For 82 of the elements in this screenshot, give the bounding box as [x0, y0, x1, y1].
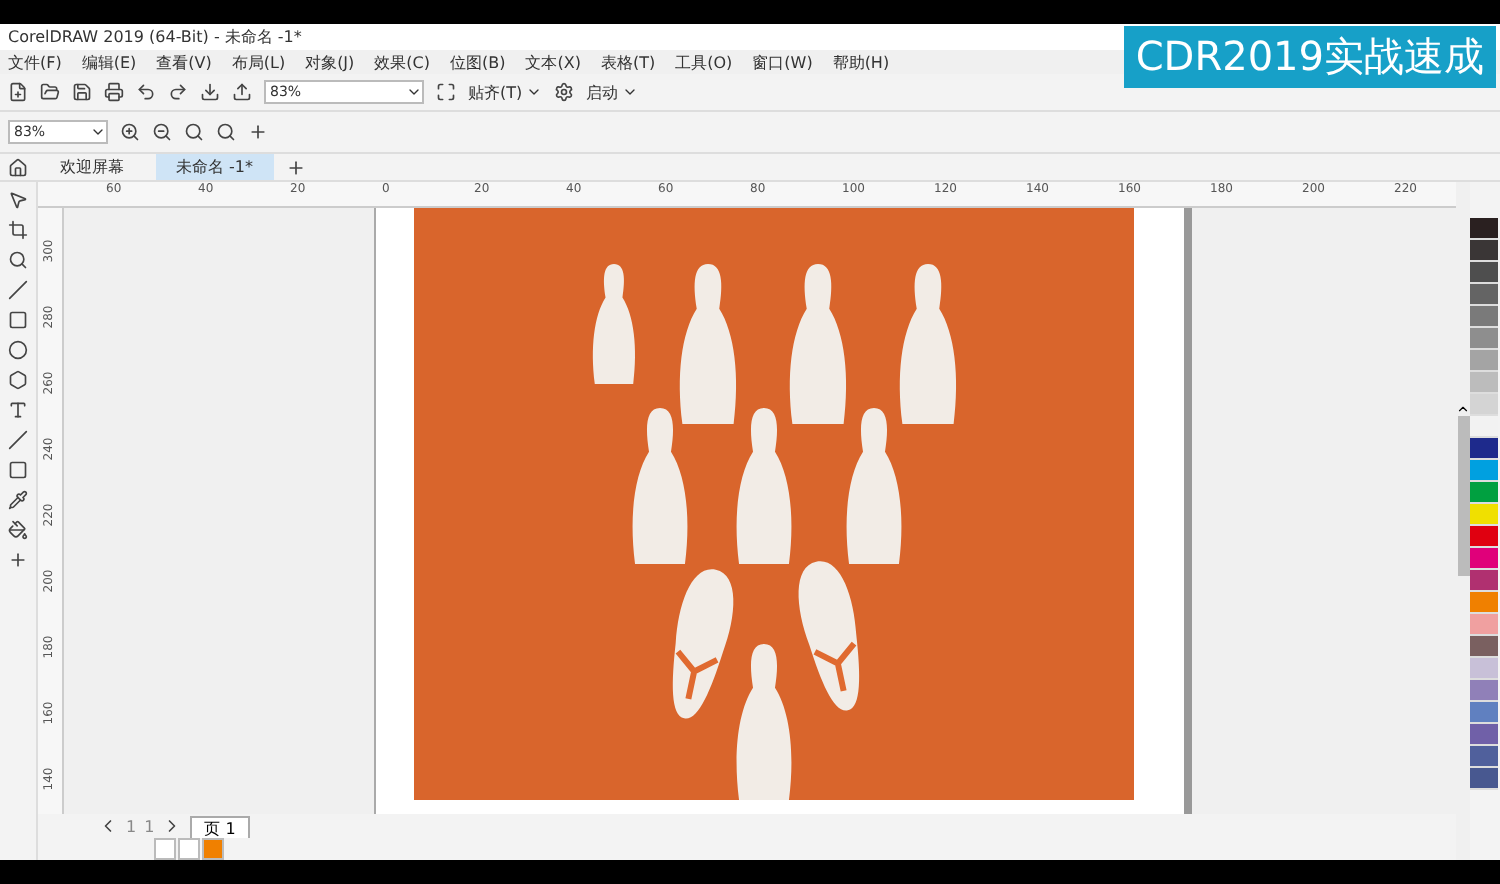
color-swatch[interactable] — [1470, 372, 1498, 394]
scrollbar-thumb[interactable] — [1457, 416, 1469, 576]
color-swatch[interactable] — [1470, 306, 1498, 328]
color-swatch[interactable] — [1470, 482, 1498, 504]
line-tool-icon[interactable] — [8, 280, 28, 300]
redo-icon[interactable] — [168, 82, 188, 102]
color-swatch[interactable] — [1470, 702, 1498, 724]
no-fill-swatch[interactable] — [154, 838, 176, 860]
color-swatch[interactable] — [1470, 218, 1498, 240]
zoom-out-icon[interactable] — [152, 122, 172, 142]
crop-tool-icon[interactable] — [8, 220, 28, 240]
polygon-tool-icon[interactable] — [8, 370, 28, 390]
color-swatch[interactable] — [1470, 438, 1498, 460]
color-swatch[interactable] — [1470, 240, 1498, 262]
page-number: 1 — [126, 817, 137, 835]
text-tool-icon[interactable] — [8, 400, 28, 420]
window-title: CorelDRAW 2019 (64-Bit) - 未命名 -1* — [8, 26, 302, 48]
color-swatch[interactable] — [1470, 724, 1498, 746]
menu-item[interactable]: 位图(B) — [450, 51, 506, 73]
color-swatch[interactable] — [1470, 504, 1498, 526]
menu-item[interactable]: 编辑(E) — [81, 51, 137, 73]
menu-item[interactable]: 表格(T) — [600, 51, 656, 73]
menu-item[interactable]: 查看(V) — [156, 51, 212, 73]
course-title-banner: CDR2019实战速成 — [1123, 26, 1496, 88]
color-swatch[interactable] — [1470, 328, 1498, 350]
export-icon[interactable] — [232, 82, 252, 102]
color-swatch[interactable] — [1470, 460, 1498, 482]
color-swatch[interactable] — [1470, 592, 1498, 614]
zoom-in-icon[interactable] — [120, 122, 140, 142]
document-tab[interactable]: 未命名 -1* — [156, 154, 274, 180]
caret-icon — [90, 124, 106, 140]
color-swatch[interactable] — [1470, 636, 1498, 658]
menu-item[interactable]: 布局(L) — [231, 51, 286, 73]
eyedropper-tool-icon[interactable] — [8, 490, 28, 510]
add-tool-icon[interactable] — [8, 550, 28, 570]
menu-item[interactable]: 工具(O) — [675, 51, 733, 73]
color-swatch[interactable] — [1470, 350, 1498, 372]
color-swatch[interactable] — [1470, 262, 1498, 284]
color-swatch[interactable] — [1470, 394, 1498, 416]
print-icon[interactable] — [104, 82, 124, 102]
color-swatch[interactable] — [1470, 658, 1498, 680]
color-swatch[interactable] — [1470, 526, 1498, 548]
new-document-icon[interactable] — [8, 82, 28, 102]
color-swatch[interactable] — [1470, 570, 1498, 592]
menu-item[interactable]: 效果(C) — [374, 51, 430, 73]
color-swatch[interactable] — [1470, 548, 1498, 570]
page-count: 1 — [144, 817, 155, 835]
color-swatch[interactable] — [1470, 284, 1498, 306]
menu-item[interactable]: 文件(F) — [8, 51, 62, 73]
zoom-tool-icon[interactable] — [8, 250, 28, 270]
color-swatch[interactable] — [1470, 680, 1498, 702]
color-swatch[interactable] — [1470, 768, 1498, 790]
document-tab[interactable]: 欢迎屏幕 — [40, 154, 144, 180]
folder-icon[interactable] — [40, 82, 60, 102]
caret-icon — [406, 84, 422, 100]
rectangle-tool-icon[interactable] — [8, 310, 28, 330]
launch-button[interactable]: 启动 — [586, 81, 639, 103]
page-tab[interactable]: 页 1 — [190, 815, 250, 837]
pick-tool-icon[interactable] — [8, 190, 28, 210]
new-tab-icon[interactable] — [285, 157, 306, 177]
bowling-pin — [592, 264, 636, 384]
full-screen-icon[interactable] — [436, 82, 456, 102]
snap-button[interactable]: 贴齐(T) — [468, 81, 543, 103]
menu-item[interactable]: 窗口(W) — [752, 51, 813, 73]
menu-item[interactable]: 对象(J) — [305, 51, 355, 73]
undo-icon[interactable] — [136, 82, 156, 102]
settings-icon[interactable] — [554, 82, 575, 102]
color-swatch[interactable] — [1470, 614, 1498, 636]
scroll-up-icon[interactable] — [1456, 402, 1470, 416]
outline-swatch[interactable] — [178, 838, 200, 860]
add-icon[interactable] — [248, 122, 268, 142]
color-swatch[interactable] — [1470, 746, 1498, 768]
caret-icon — [622, 84, 639, 100]
import-icon[interactable] — [200, 82, 220, 102]
fill-swatch[interactable] — [202, 838, 224, 860]
caret-icon — [526, 84, 543, 100]
menu-item[interactable]: 帮助(H) — [832, 51, 890, 73]
ellipse-tool-icon[interactable] — [8, 340, 28, 360]
home-icon[interactable] — [8, 157, 28, 177]
save-icon[interactable] — [72, 82, 92, 102]
menu-item[interactable]: 文本(X) — [525, 51, 581, 73]
fill-tool-icon[interactable] — [8, 520, 28, 540]
